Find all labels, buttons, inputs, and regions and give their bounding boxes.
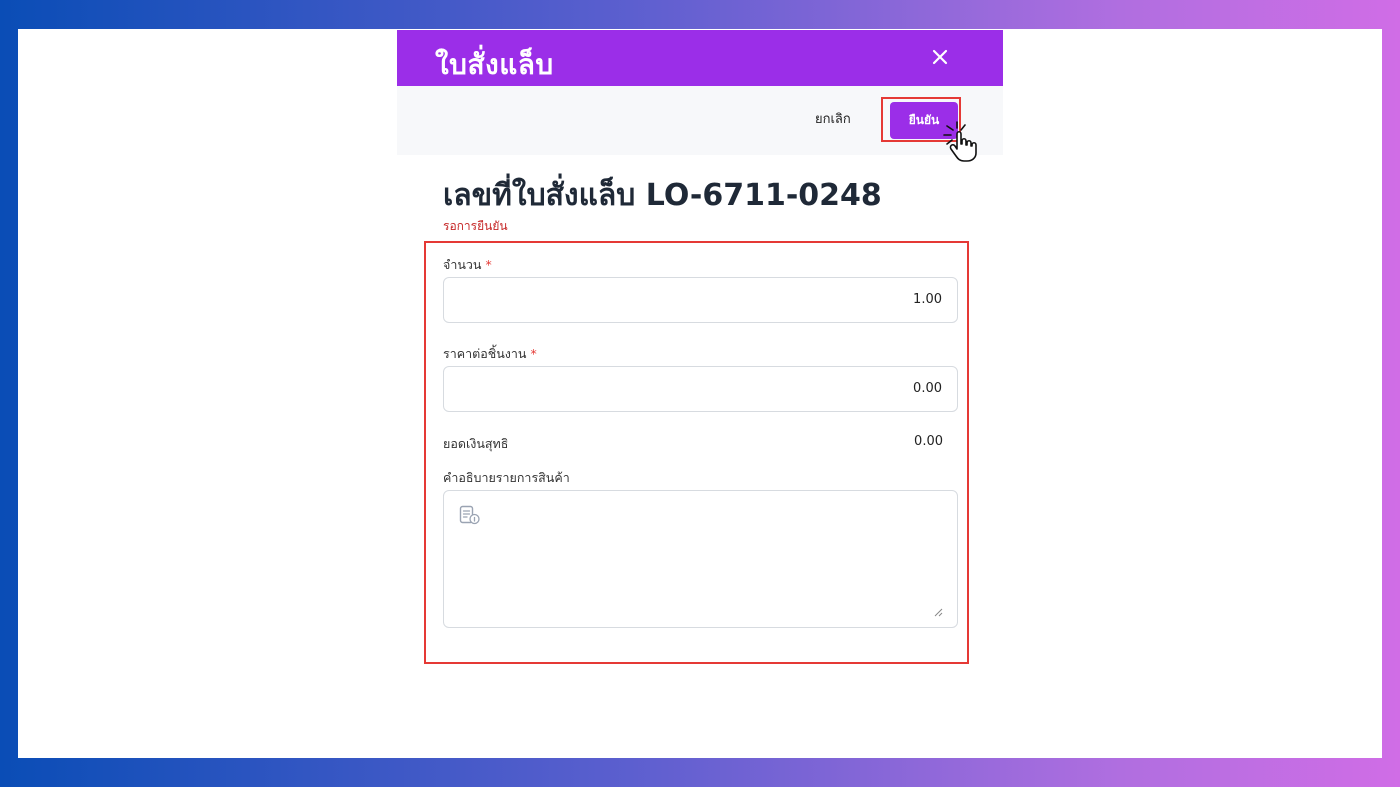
cancel-button[interactable]: ยกเลิก [815,106,851,134]
description-label: คำอธิบายรายการสินค้า [443,470,570,485]
unit-price-label: ราคาต่อชิ้นงาน * [443,344,537,364]
hand-pointer-icon [943,121,977,162]
net-total-label: ยอดเงินสุทธิ [443,436,509,451]
modal-header: ใบสั่งแล็บ [397,30,1003,86]
unit-price-label-text: ราคาต่อชิ้นงาน [443,346,527,361]
status-badge: รอการยืนยัน [443,219,508,233]
modal-title: ใบสั่งแล็บ [435,48,554,81]
document-info-icon [459,505,480,525]
lab-order-modal: ใบสั่งแล็บ ยกเลิก ยืนยัน เลขที่ใบสั่งแล็… [397,29,1003,758]
close-icon [932,49,948,65]
close-button[interactable] [925,42,955,72]
quantity-input[interactable]: 1.00 [443,277,958,323]
net-total-value: 0.00 [914,434,943,449]
quantity-label-text: จำนวน [443,257,482,272]
required-mark: * [485,257,492,272]
unit-price-input[interactable]: 0.00 [443,366,958,412]
modal-toolbar: ยกเลิก ยืนยัน [397,86,1003,155]
resize-handle-icon[interactable] [934,608,943,617]
description-textarea[interactable] [443,490,958,628]
required-mark: * [530,346,537,361]
quantity-label: จำนวน * [443,255,492,275]
document-title: เลขที่ใบสั่งแล็บ LO-6711-0248 [443,178,882,213]
